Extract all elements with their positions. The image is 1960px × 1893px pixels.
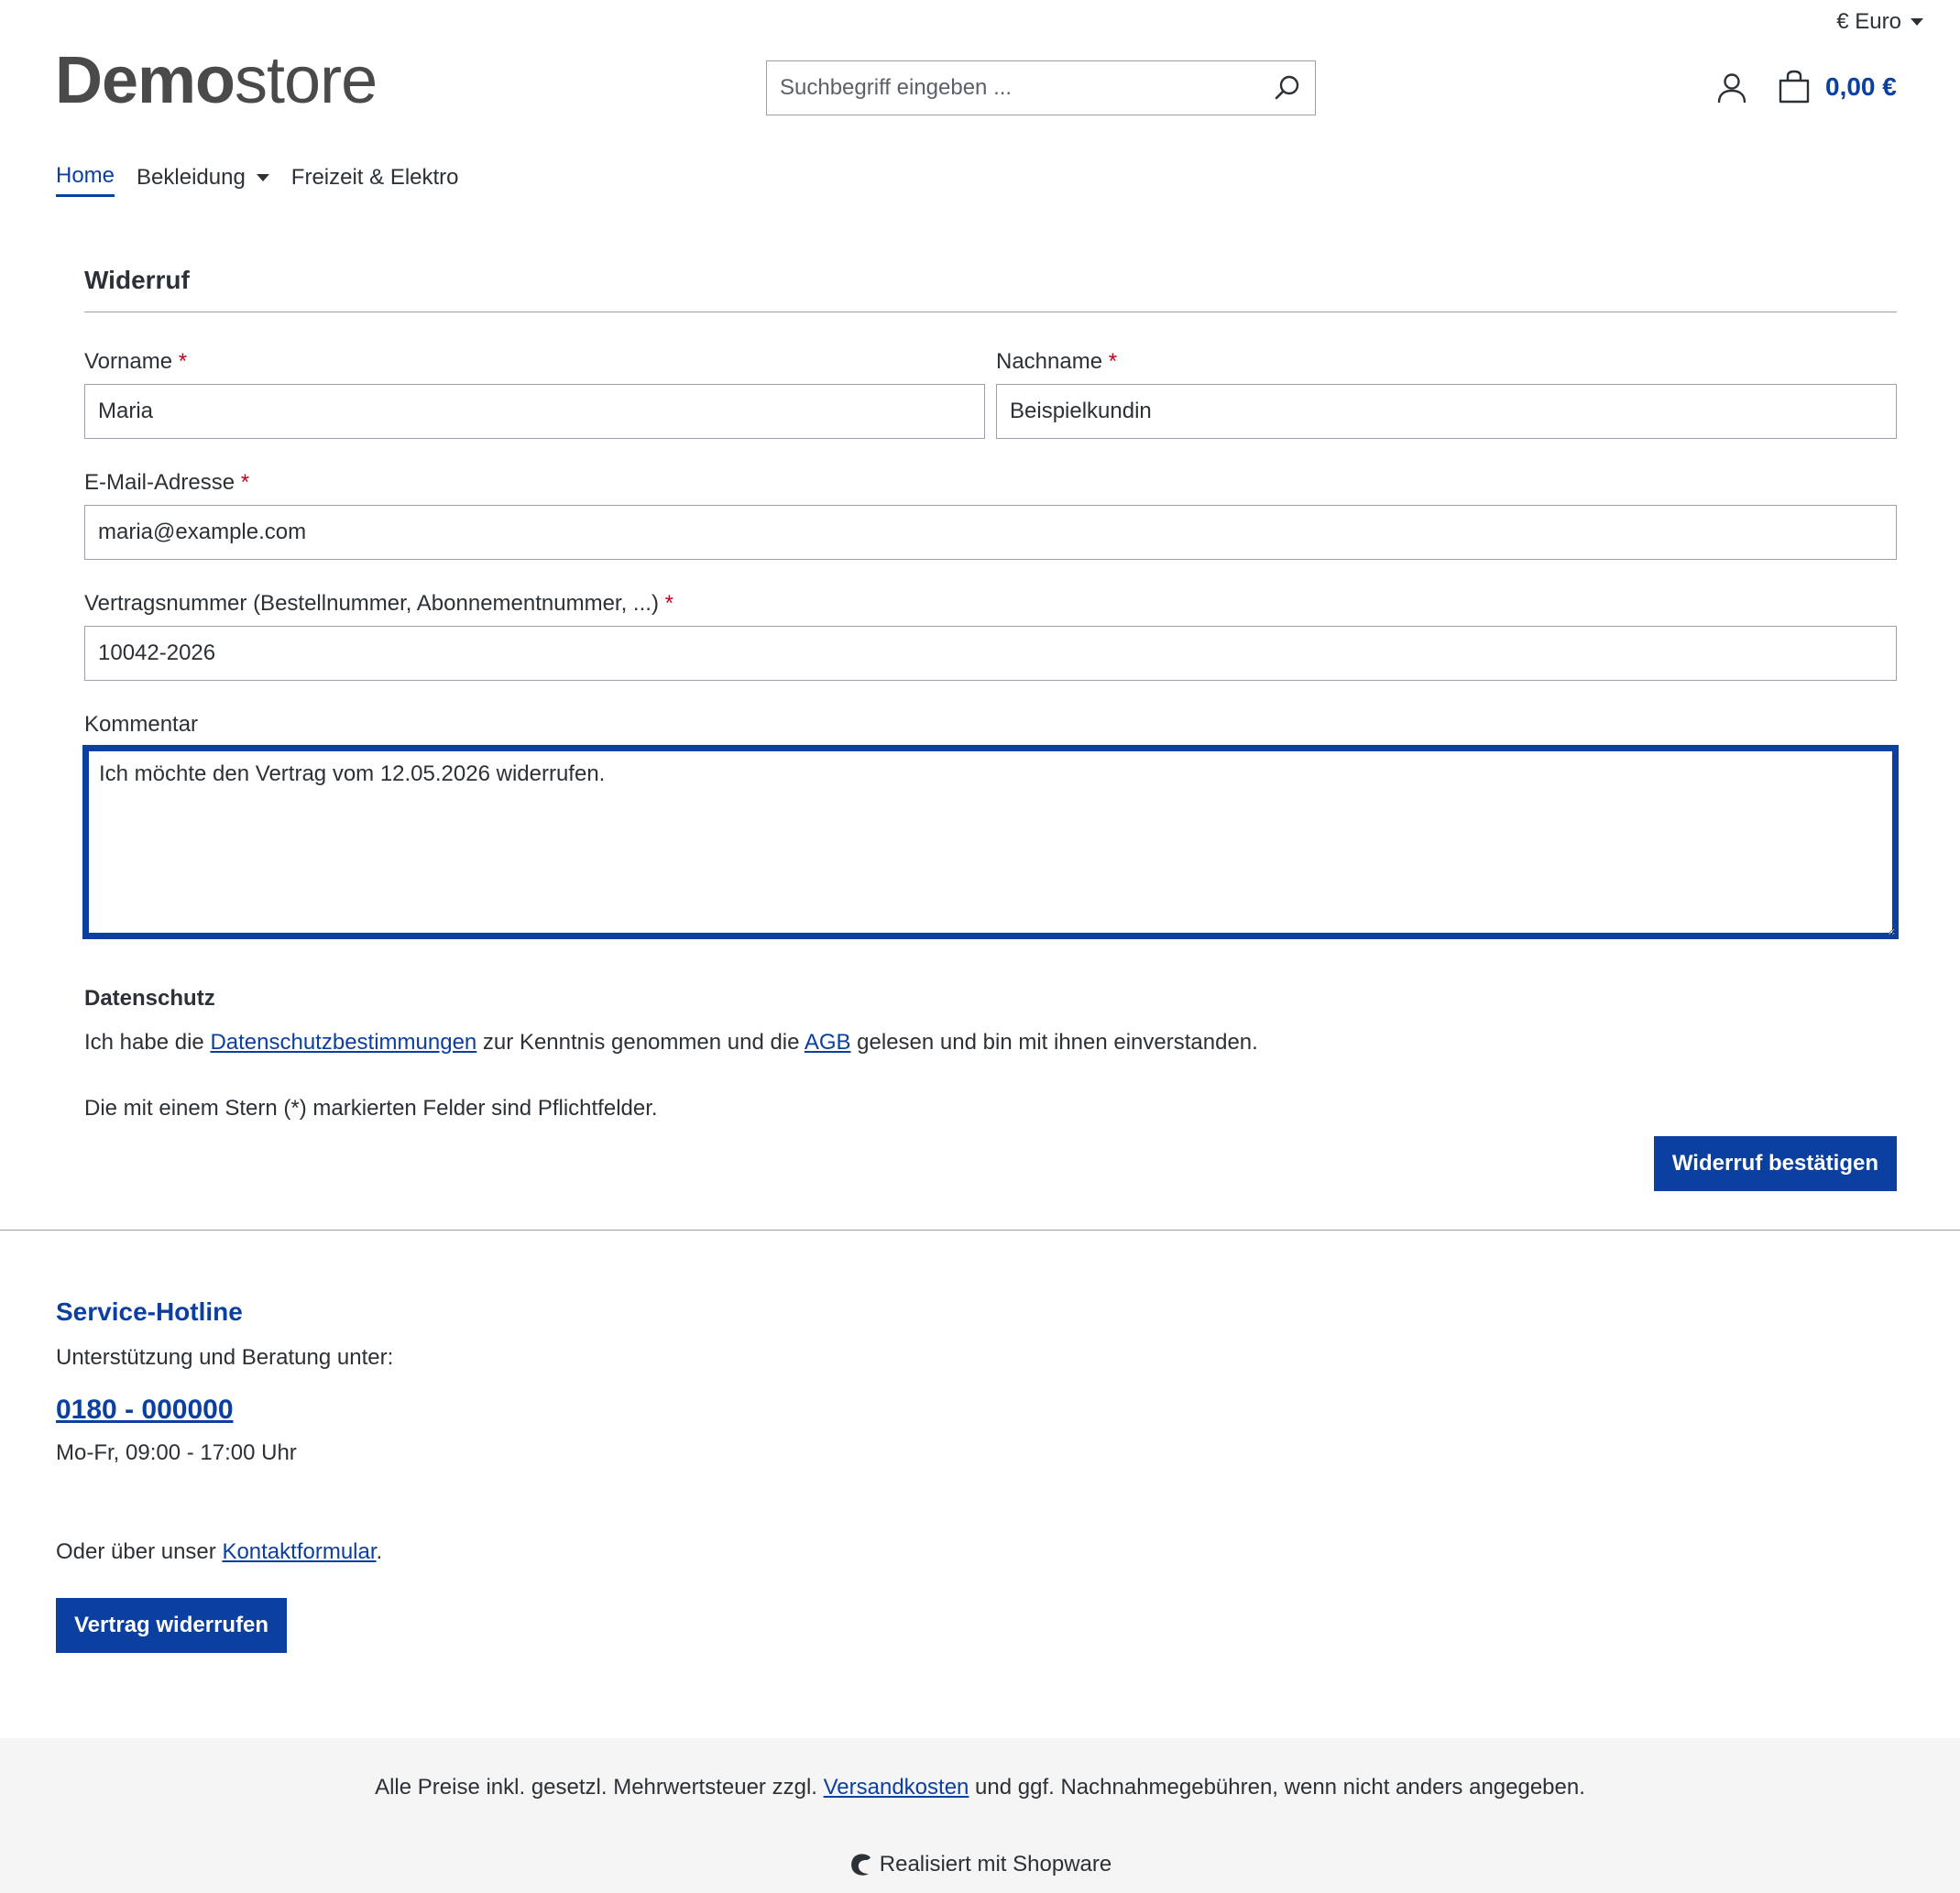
- comment-group: Kommentar Ich möchte den Vertrag vom 12.…: [84, 712, 1897, 944]
- service-text: Unterstützung und Beratung unter:: [56, 1345, 394, 1370]
- currency-switcher[interactable]: € Euro: [1836, 9, 1923, 35]
- search-form: [766, 60, 1316, 115]
- chevron-down-icon: [1911, 18, 1923, 26]
- submit-row: Widerruf bestätigen: [84, 1136, 1897, 1191]
- nav-item-label: Home: [56, 163, 115, 188]
- comment-label: Kommentar: [84, 712, 199, 737]
- contract-label: Vertragsnummer (Bestellnummer, Abonnemen…: [84, 591, 1897, 618]
- footer-bottom: Alle Preise inkl. gesetzl. Mehrwertsteue…: [0, 1738, 1960, 1893]
- form-title: Widerruf: [84, 266, 1897, 312]
- main-navigation: Home Bekleidung Freizeit & Elektro: [56, 163, 459, 197]
- revoke-button-wrap: Vertrag widerrufen: [56, 1598, 393, 1653]
- powered-by-text: Realisiert mit Shopware: [879, 1852, 1112, 1877]
- email-row: E-Mail-Adresse *: [84, 470, 1897, 560]
- email-group: E-Mail-Adresse *: [84, 470, 1897, 560]
- nav-item-home[interactable]: Home: [56, 163, 115, 197]
- email-label-text: E-Mail-Adresse: [84, 470, 235, 495]
- required-mark: *: [240, 470, 250, 495]
- footer-divider: [0, 1230, 1960, 1231]
- currency-label: € Euro: [1836, 9, 1901, 34]
- vat-text: Alle Preise inkl. gesetzl. Mehrwertsteue…: [375, 1775, 824, 1800]
- confirm-revocation-button[interactable]: Widerruf bestätigen: [1653, 1136, 1897, 1191]
- contact-suffix: .: [376, 1539, 383, 1564]
- nav-item-label: Bekleidung: [137, 164, 246, 190]
- lastname-label: Nachname *: [996, 349, 1897, 377]
- vat-text: und ggf. Nachnahmegebühren, wenn nicht a…: [969, 1775, 1585, 1800]
- powered-by[interactable]: Realisiert mit Shopware: [0, 1852, 1960, 1877]
- contract-number-field[interactable]: [84, 626, 1897, 681]
- terms-link[interactable]: AGB: [805, 1030, 851, 1055]
- privacy-heading: Datenschutz: [84, 986, 215, 1011]
- bag-icon: [1779, 70, 1810, 104]
- consent-text: gelesen und bin mit ihnen einverstanden.: [850, 1030, 1258, 1055]
- required-mark: *: [178, 349, 188, 374]
- search-icon: [1275, 75, 1299, 100]
- required-fields-note: Die mit einem Stern (*) markierten Felde…: [84, 1096, 658, 1121]
- revoke-contract-button[interactable]: Vertrag widerrufen: [56, 1598, 288, 1653]
- chevron-down-icon: [256, 173, 269, 181]
- cart-total: 0,00 €: [1825, 72, 1897, 101]
- logo-bold: Demo: [55, 44, 235, 117]
- revocation-form: Widerruf Vorname * Nachname * E-Mail-Adr…: [84, 266, 1897, 1191]
- nav-item-freizeit-elektro[interactable]: Freizeit & Elektro: [291, 163, 459, 197]
- user-icon: [1717, 73, 1746, 104]
- contract-group: Vertragsnummer (Bestellnummer, Abonnemen…: [84, 591, 1897, 681]
- consent-text: Ich habe die: [84, 1030, 211, 1055]
- firstname-group: Vorname *: [84, 349, 985, 439]
- shopware-logo-icon: [850, 1854, 871, 1876]
- contact-prefix: Oder über unser: [56, 1539, 223, 1564]
- comment-textarea[interactable]: Ich möchte den Vertrag vom 12.05.2026 wi…: [84, 747, 1897, 937]
- privacy-consent-text: Ich habe die Datenschutzbestimmungen zur…: [84, 1030, 1897, 1056]
- email-field[interactable]: [84, 505, 1897, 560]
- lastname-field[interactable]: [996, 384, 1897, 439]
- contact-form-link[interactable]: Kontaktformular: [222, 1539, 376, 1564]
- search-input[interactable]: [767, 61, 1260, 115]
- contract-label-text: Vertragsnummer (Bestellnummer, Abonnemen…: [84, 591, 659, 616]
- logo-light: store: [235, 44, 378, 117]
- email-label: E-Mail-Adresse *: [84, 470, 1897, 498]
- store-logo[interactable]: Demostore: [55, 48, 378, 114]
- consent-text: zur Kenntnis genommen und die: [476, 1030, 805, 1055]
- hotline-link[interactable]: 0180 - 000000: [56, 1395, 393, 1426]
- shipping-costs-link[interactable]: Versandkosten: [824, 1775, 969, 1800]
- service-hotline-section: Service-Hotline Unterstützung und Beratu…: [56, 1297, 393, 1653]
- lastname-group: Nachname *: [996, 349, 1897, 439]
- required-mark: *: [664, 591, 673, 616]
- nav-item-label: Freizeit & Elektro: [290, 164, 459, 190]
- contact-text: Oder über unser Kontaktformular.: [56, 1539, 393, 1565]
- firstname-label: Vorname *: [84, 349, 985, 377]
- nav-item-bekleidung[interactable]: Bekleidung: [137, 163, 269, 197]
- cart-button[interactable]: 0,00 €: [1778, 70, 1897, 104]
- account-button[interactable]: [1715, 71, 1748, 104]
- service-hours: Mo-Fr, 09:00 - 17:00 Uhr: [56, 1440, 297, 1465]
- required-mark: *: [1108, 349, 1118, 374]
- firstname-field[interactable]: [84, 384, 985, 439]
- privacy-policy-link[interactable]: Datenschutzbestimmungen: [210, 1030, 476, 1055]
- lastname-label-text: Nachname: [996, 349, 1103, 374]
- name-row: Vorname * Nachname *: [84, 349, 1897, 439]
- vat-notice: Alle Preise inkl. gesetzl. Mehrwertsteue…: [0, 1775, 1960, 1800]
- service-title: Service-Hotline: [56, 1297, 243, 1326]
- contract-row: Vertragsnummer (Bestellnummer, Abonnemen…: [84, 591, 1897, 681]
- firstname-label-text: Vorname: [84, 349, 173, 374]
- search-button[interactable]: [1260, 61, 1315, 115]
- comment-row: Kommentar Ich möchte den Vertrag vom 12.…: [84, 712, 1897, 944]
